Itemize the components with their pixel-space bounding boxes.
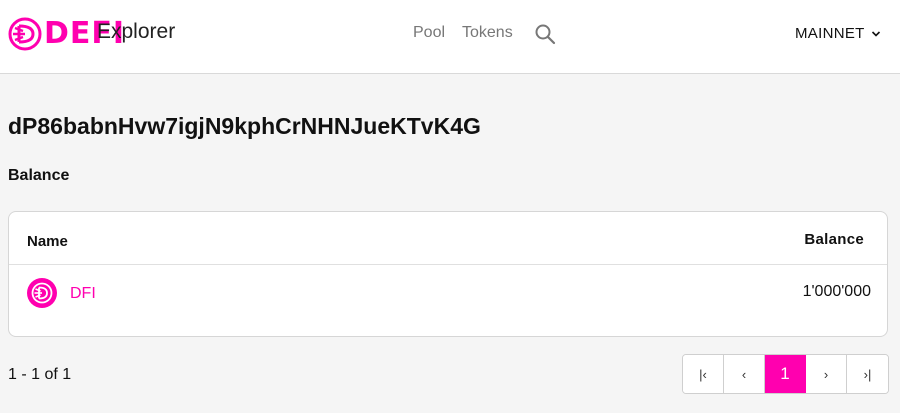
- app-title: Explorer: [97, 20, 176, 43]
- defi-token-icon[interactable]: [27, 278, 57, 308]
- next-page-button[interactable]: ›: [806, 355, 847, 393]
- column-header-name: Name: [27, 233, 68, 250]
- token-balance: 1'000'000: [802, 283, 871, 300]
- top-navbar: DEFI Explorer Pool Tokens MAINNET: [0, 0, 900, 74]
- page-button-current[interactable]: 1: [765, 355, 806, 393]
- search-icon[interactable]: [533, 22, 557, 46]
- nav-pool[interactable]: Pool: [413, 24, 445, 42]
- pagination: |‹ ‹ 1 › ›|: [682, 354, 889, 394]
- pagination-range: 1 - 1 of 1: [8, 366, 72, 383]
- balance-section-title: Balance: [8, 167, 70, 184]
- last-page-button[interactable]: ›|: [847, 355, 888, 393]
- address-title: dP86babnHvw7igjN9kphCrNHNJueKTvK4G: [8, 113, 481, 139]
- defi-logo-icon: [8, 17, 42, 51]
- network-selector[interactable]: MAINNET: [795, 25, 881, 42]
- chevron-down-icon: [871, 30, 880, 37]
- token-name-link[interactable]: DFI: [70, 285, 96, 303]
- table-divider: [9, 264, 887, 265]
- prev-page-button[interactable]: ‹: [724, 355, 765, 393]
- first-page-button[interactable]: |‹: [683, 355, 724, 393]
- balance-table: Name Balance DFI 1'000'000: [8, 211, 888, 337]
- network-label: MAINNET: [795, 25, 865, 42]
- column-header-balance: Balance: [804, 231, 864, 248]
- nav-tokens[interactable]: Tokens: [462, 24, 513, 42]
